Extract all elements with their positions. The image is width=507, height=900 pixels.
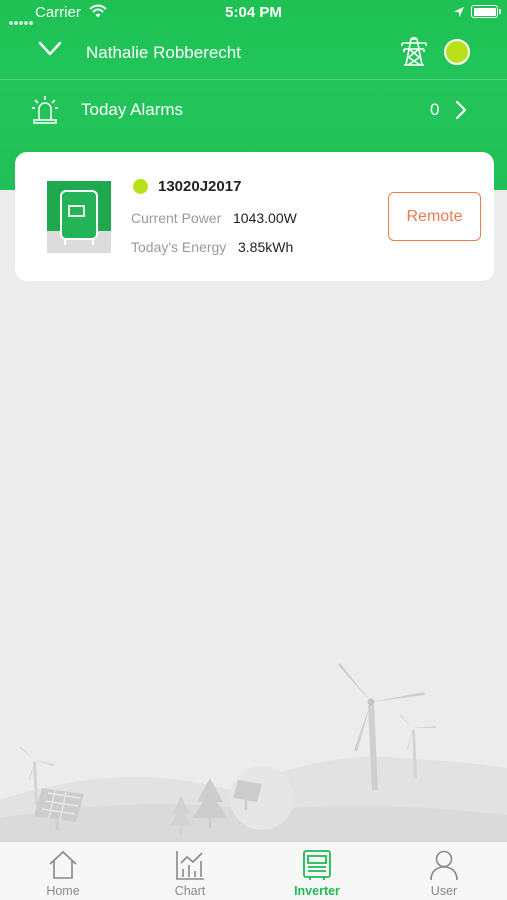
tab-home-label: Home	[46, 884, 80, 898]
current-power-value: 1043.00W	[233, 210, 297, 226]
location-arrow-icon	[453, 5, 465, 22]
user-icon	[430, 850, 458, 881]
remote-button[interactable]: Remote	[388, 192, 481, 241]
tab-chart-label: Chart	[174, 884, 206, 898]
tab-home[interactable]: Home	[0, 842, 126, 900]
alarm-siren-icon	[31, 94, 59, 129]
todays-energy-label: Today's Energy	[131, 239, 227, 255]
tab-inverter-label: Inverter	[294, 884, 340, 898]
inverter-card[interactable]: 13020J2017 Current Power 1043.00W Today'…	[15, 152, 494, 281]
chevron-down-icon[interactable]	[38, 41, 62, 62]
chevron-right-icon[interactable]	[455, 100, 467, 125]
chart-icon	[176, 851, 204, 880]
inverter-status-dot	[133, 179, 148, 194]
inverter-image	[47, 181, 111, 253]
station-owner-name[interactable]: Nathalie Robberecht	[86, 43, 241, 63]
inverter-icon	[303, 850, 331, 880]
home-icon	[49, 850, 77, 879]
today-alarms-row[interactable]: Today Alarms 0	[0, 80, 507, 140]
station-selector[interactable]: Nathalie Robberecht	[0, 28, 507, 78]
inverter-serial: 13020J2017	[158, 178, 242, 195]
tab-chart[interactable]: Chart	[127, 842, 253, 900]
alarm-count: 0	[430, 100, 440, 119]
tab-bar: Home Chart Inverter User	[0, 841, 507, 900]
tab-inverter[interactable]: Inverter	[254, 842, 380, 900]
clock: 5:04 PM	[225, 4, 282, 21]
station-status-dot	[444, 39, 470, 65]
tab-user[interactable]: User	[381, 842, 507, 900]
today-alarms-label: Today Alarms	[81, 100, 184, 119]
wind-farm-illustration	[0, 650, 507, 842]
tab-user-label: User	[430, 884, 458, 898]
status-bar: Carrier 5:04 PM	[0, 0, 507, 26]
battery-icon	[471, 5, 501, 18]
todays-energy-value: 3.85kWh	[238, 239, 294, 255]
power-tower-icon[interactable]	[398, 36, 430, 72]
current-power-label: Current Power	[131, 210, 222, 226]
